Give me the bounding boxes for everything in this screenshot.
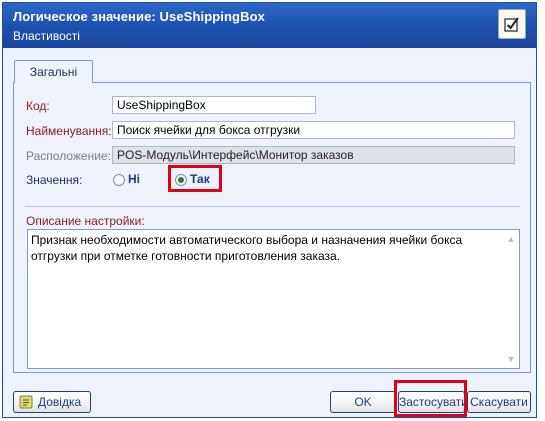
section-divider xyxy=(25,206,520,207)
dialog-header: Логическое значение: UseShippingBox Влас… xyxy=(3,3,536,48)
radio-no[interactable] xyxy=(113,174,125,186)
cancel-button[interactable]: Скасувати xyxy=(467,391,531,413)
radio-no-label[interactable]: Ні xyxy=(128,172,140,186)
dialog-title: Логическое значение: UseShippingBox xyxy=(13,9,265,24)
checkbox-icon xyxy=(498,9,526,39)
description-label: Описание настройки: xyxy=(26,214,145,228)
scroll-up-icon[interactable]: ▲ xyxy=(506,234,516,244)
properties-dialog: Логическое значение: UseShippingBox Влас… xyxy=(2,2,537,418)
description-text: Признак необходимости автоматического вы… xyxy=(31,233,463,263)
description-scrollbar[interactable]: ▲ ▼ xyxy=(502,230,519,368)
dialog-subtitle: Властивості xyxy=(13,29,80,43)
location-field: POS-Модуль\Интерфейс\Монитор заказов xyxy=(112,146,515,164)
location-label: Расположение: xyxy=(26,149,111,163)
value-label: Значення: xyxy=(26,173,83,187)
name-label: Найменування: xyxy=(26,124,112,138)
apply-highlight-frame xyxy=(394,380,467,417)
help-button-label: Довідка xyxy=(38,395,82,409)
description-textarea[interactable]: Признак необходимости автоматического вы… xyxy=(27,229,520,369)
code-field[interactable]: UseShippingBox xyxy=(112,96,316,114)
scroll-down-icon[interactable]: ▼ xyxy=(506,354,516,364)
name-field[interactable]: Поиск ячейки для бокса отгрузки xyxy=(112,121,515,139)
help-icon xyxy=(19,395,33,409)
ok-button[interactable]: OK xyxy=(330,391,396,413)
yes-highlight-frame xyxy=(168,165,222,192)
tab-general[interactable]: Загальні xyxy=(14,60,93,83)
help-button[interactable]: Довідка xyxy=(13,391,91,413)
code-label: Код: xyxy=(26,99,50,113)
